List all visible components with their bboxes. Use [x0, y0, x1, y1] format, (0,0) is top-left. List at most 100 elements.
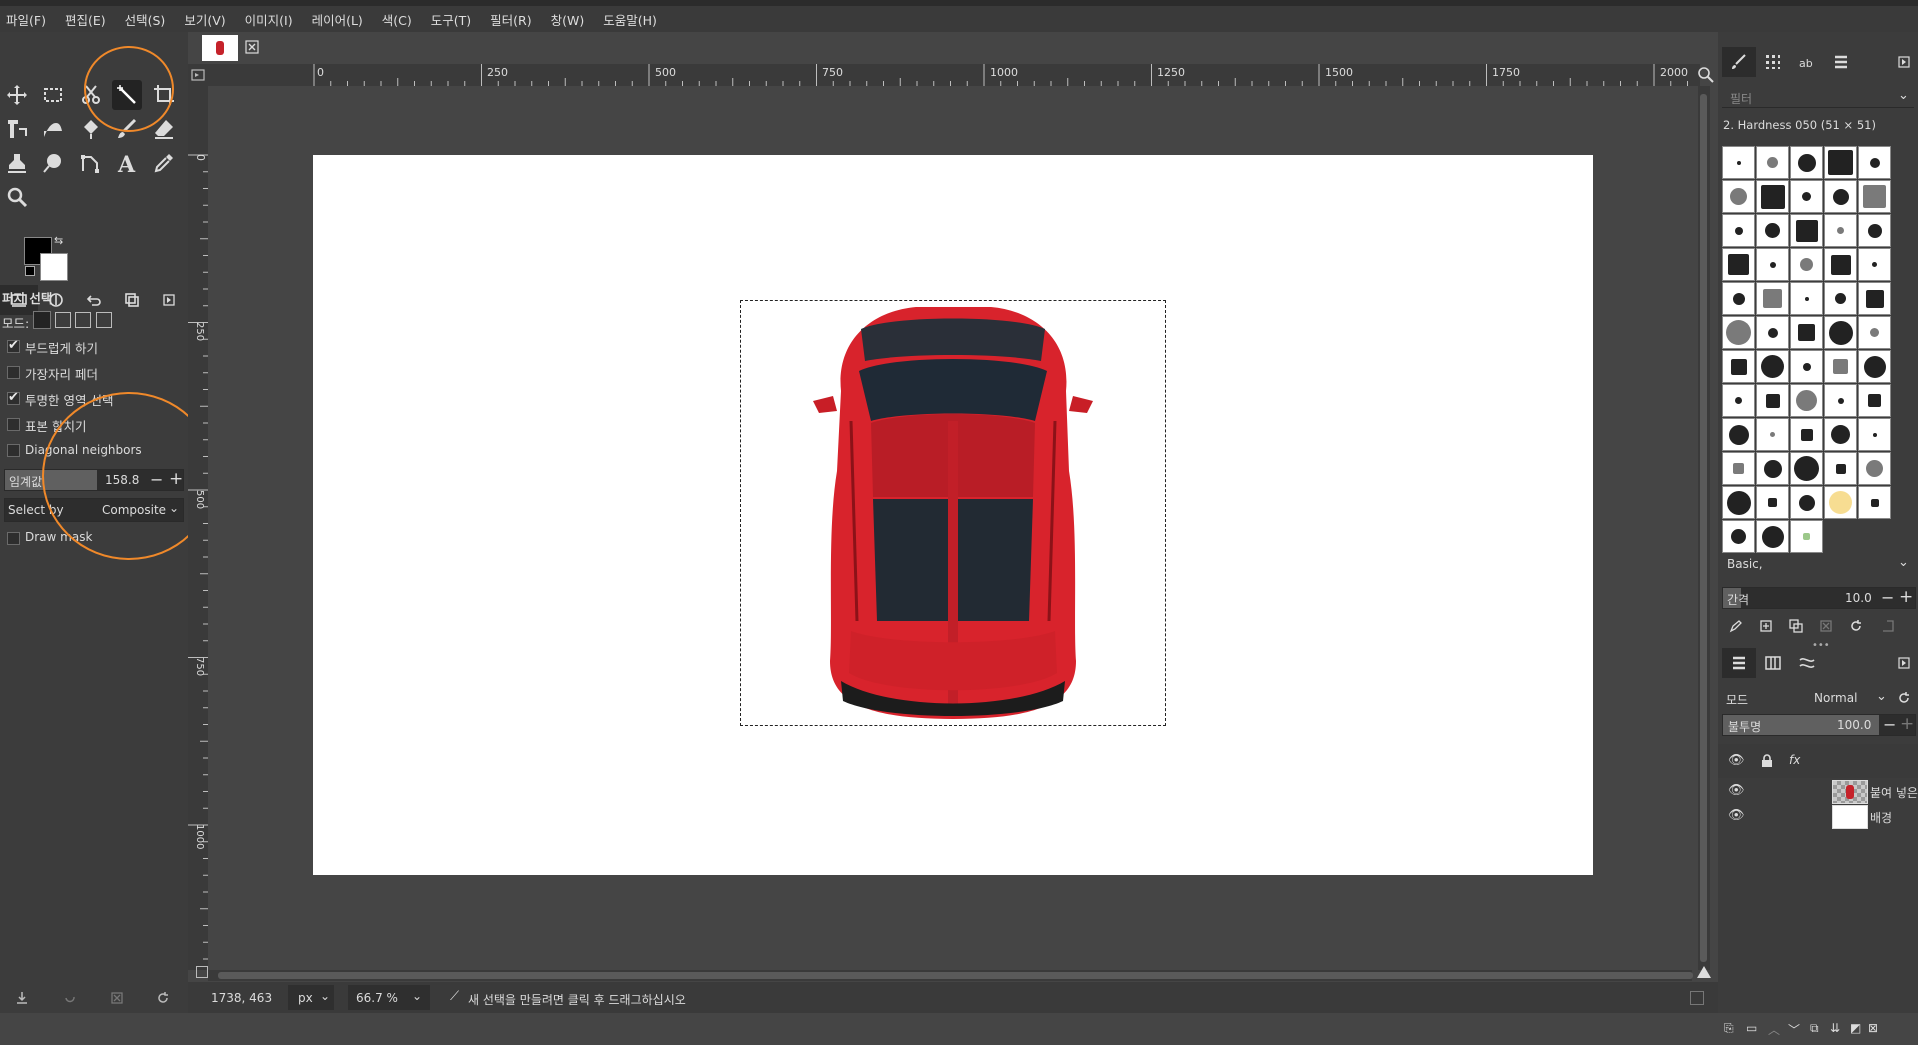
clone-tool-icon[interactable] [2, 148, 32, 178]
menu-layer[interactable]: 레이어(L) [312, 10, 363, 29]
menu-help[interactable]: 도움말(H) [603, 10, 657, 29]
smudge-tool-icon[interactable] [38, 148, 68, 178]
raise-layer-icon[interactable]: ︿ [1768, 1021, 1780, 1038]
brush-filter-input[interactable]: 필터 ⌄ [1722, 86, 1914, 108]
menu-file[interactable]: 파일(F) [6, 10, 46, 29]
brush-thumbnail[interactable] [1722, 316, 1755, 349]
brush-thumbnail[interactable] [1790, 486, 1823, 519]
brush-thumbnail[interactable] [1858, 282, 1891, 315]
brush-thumbnail[interactable] [1756, 214, 1789, 247]
feather-checkbox[interactable] [7, 366, 20, 379]
draw-mask-checkbox[interactable] [7, 532, 20, 545]
brush-thumbnail[interactable] [1722, 520, 1755, 553]
mode-intersect-icon[interactable] [96, 312, 112, 328]
close-tab-icon[interactable] [244, 39, 260, 55]
tab-brushes-icon[interactable] [1722, 47, 1756, 77]
brush-thumbnail[interactable] [1756, 418, 1789, 451]
brush-thumbnail[interactable] [1858, 180, 1891, 213]
brush-thumbnail[interactable] [1722, 486, 1755, 519]
restore-tool-preset-icon[interactable] [60, 988, 80, 1008]
scrollbar-thumb[interactable] [218, 972, 1693, 979]
brush-thumbnail[interactable] [1824, 214, 1857, 247]
brush-thumbnail[interactable] [1858, 248, 1891, 281]
resize-grip-icon[interactable] [1690, 991, 1704, 1005]
navigate-corner-icon[interactable] [196, 966, 208, 978]
menu-tools[interactable]: 도구(T) [431, 10, 471, 29]
brush-thumbnail[interactable] [1756, 384, 1789, 417]
merge-layer-icon[interactable]: ⇊ [1830, 1021, 1840, 1035]
open-brush-as-image-icon[interactable] [1878, 616, 1898, 636]
brush-thumbnail[interactable] [1722, 384, 1755, 417]
brush-thumbnail[interactable] [1858, 418, 1891, 451]
new-layer-icon[interactable]: ⎘ [1724, 1021, 1734, 1036]
pointer-icon[interactable] [1697, 966, 1711, 978]
brush-thumbnail[interactable] [1722, 248, 1755, 281]
layer-name[interactable]: 배경 [1870, 809, 1892, 826]
menu-select[interactable]: 선택(S) [125, 10, 166, 29]
unified-transform-tool-icon[interactable] [2, 114, 32, 144]
horizontal-scrollbar[interactable] [208, 970, 1693, 981]
brush-grid[interactable] [1722, 112, 1892, 553]
duplicate-brush-icon[interactable] [1786, 616, 1806, 636]
brush-thumbnail[interactable] [1790, 214, 1823, 247]
brush-thumbnail[interactable] [1756, 248, 1789, 281]
brush-thumbnail[interactable] [1790, 180, 1823, 213]
tab-channels-icon[interactable] [1756, 648, 1790, 678]
brush-thumbnail[interactable] [1858, 384, 1891, 417]
background-color-swatch[interactable] [40, 253, 68, 281]
tab-images-icon[interactable] [113, 285, 151, 315]
menu-image[interactable]: 이미지(I) [245, 10, 293, 29]
brush-preset-dropdown[interactable]: Basic, ⌄ [1722, 553, 1914, 575]
delete-layer-icon[interactable]: ⊠ [1868, 1021, 1878, 1035]
lock-icon[interactable] [1760, 754, 1774, 768]
opacity-decrease-icon[interactable]: − [1883, 715, 1896, 734]
new-brush-icon[interactable] [1756, 616, 1776, 636]
brush-thumbnail[interactable] [1756, 282, 1789, 315]
brush-thumbnail[interactable] [1858, 214, 1891, 247]
new-layer-group-icon[interactable]: ▭ [1746, 1021, 1757, 1035]
layer-row[interactable]: 👁 배경 [1718, 804, 1918, 829]
swap-colors-icon[interactable]: ⇆ [54, 234, 63, 247]
brush-thumbnail[interactable] [1722, 282, 1755, 315]
dock-menu-icon[interactable] [150, 285, 188, 315]
menu-windows[interactable]: 창(W) [551, 10, 585, 29]
quick-mask-toggle-icon[interactable] [188, 64, 208, 86]
brush-thumbnail[interactable] [1756, 520, 1789, 553]
default-colors-icon[interactable] [25, 266, 35, 276]
dock-menu-icon[interactable] [1894, 653, 1914, 673]
duplicate-layer-icon[interactable]: ⧉ [1810, 1021, 1819, 1036]
brush-thumbnail[interactable] [1722, 418, 1755, 451]
brush-thumbnail[interactable] [1790, 282, 1823, 315]
visibility-eye-icon[interactable]: 👁 [1728, 783, 1745, 798]
menu-edit[interactable]: 편집(E) [65, 10, 106, 29]
move-tool-icon[interactable] [2, 80, 32, 110]
brush-thumbnail[interactable] [1824, 282, 1857, 315]
refresh-brushes-icon[interactable] [1846, 616, 1866, 636]
save-tool-preset-icon[interactable] [12, 988, 32, 1008]
spacing-decrease-icon[interactable]: − [1881, 588, 1894, 607]
vertical-scrollbar[interactable] [1698, 86, 1710, 970]
brush-thumbnail[interactable] [1756, 146, 1789, 179]
unit-dropdown[interactable]: px ⌄ [288, 985, 334, 1010]
menu-view[interactable]: 보기(V) [184, 10, 225, 29]
mode-subtract-icon[interactable] [75, 312, 91, 328]
spacing-increase-icon[interactable]: + [1899, 587, 1913, 607]
brush-thumbnail[interactable] [1790, 384, 1823, 417]
mode-replace-icon[interactable] [33, 311, 51, 329]
tab-document-history-icon[interactable] [1824, 47, 1858, 77]
sample-merged-checkbox[interactable] [7, 418, 20, 431]
brush-thumbnail[interactable] [1722, 180, 1755, 213]
brush-thumbnail[interactable] [1858, 486, 1891, 519]
brush-thumbnail[interactable] [1824, 180, 1857, 213]
brush-thumbnail[interactable] [1824, 418, 1857, 451]
brush-thumbnail[interactable] [1858, 146, 1891, 179]
text-tool-icon[interactable]: A [112, 148, 142, 178]
brush-thumbnail[interactable] [1756, 316, 1789, 349]
brush-thumbnail[interactable] [1722, 350, 1755, 383]
tab-fonts-icon[interactable]: ab [1790, 47, 1824, 77]
zoom-tool-icon[interactable] [2, 182, 32, 212]
opacity-increase-icon[interactable]: + [1900, 714, 1914, 734]
scrollbar-thumb[interactable] [1700, 94, 1707, 962]
paths-tool-icon[interactable] [76, 148, 106, 178]
edit-brush-icon[interactable] [1726, 616, 1746, 636]
